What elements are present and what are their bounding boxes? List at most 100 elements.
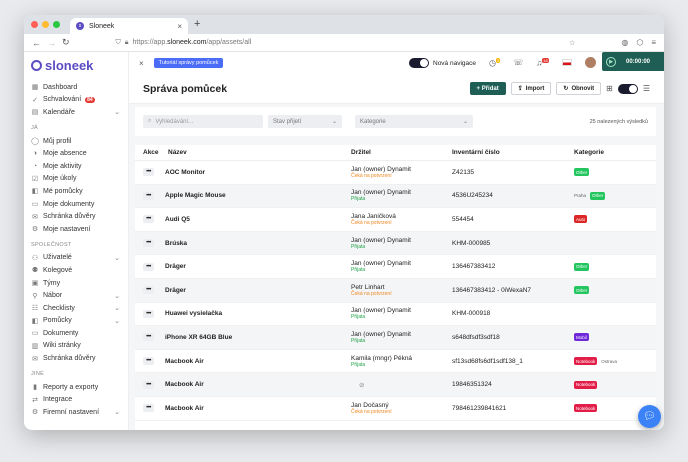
chevron-down-icon[interactable]: ⌄ [114,254,120,262]
logo[interactable]: sloneek [31,58,128,73]
more-actions-icon[interactable]: ••• [143,333,154,342]
minimize-window-button[interactable] [42,21,49,28]
sidebar-item-nabor[interactable]: ⚲ Nábor ⌄ [31,289,128,302]
sidebar-item-integrace[interactable]: ⇄ Integrace [31,393,128,406]
sidebar-item-muj-profil[interactable]: ◯ Můj profil [31,135,128,148]
maximize-window-button[interactable] [53,21,60,28]
pocket-icon[interactable]: ◍ [621,38,628,47]
new-tab-icon[interactable]: + [194,18,200,30]
sidebar-item-schranka-duvery[interactable]: ✉ Schránka důvěry [31,352,128,365]
grid-view-icon[interactable]: ⊞ [606,84,613,93]
chat-icon[interactable]: ☏ [513,58,523,67]
close-tab-icon[interactable]: × [177,22,182,31]
refresh-button[interactable]: ↻ Obnovit [556,82,602,95]
table-row[interactable]: ••• Apple Magic Mouse Jan (owner) Dynamit P… [135,184,656,209]
status-select[interactable]: Stav přijetí ⌄ [268,115,342,128]
more-actions-icon[interactable]: ••• [143,357,154,366]
support-chat-icon[interactable]: 💬︎ [638,405,661,428]
table-row[interactable]: ••• AOC Monitor Jan (owner) Dynamit Čeká na… [135,161,656,185]
chevron-down-icon[interactable]: ⌄ [114,292,120,300]
browser-tab[interactable]: s Sloneek × [70,18,188,34]
add-button[interactable]: + Přidat [469,82,506,95]
asset-name[interactable]: Apple Magic Mouse [165,192,351,199]
notifications-clock-icon[interactable]: ◷3 [489,57,501,67]
table-row[interactable]: ••• Audi Q5 Jana Janičková Čeká na potvrzen… [135,208,656,232]
asset-name[interactable]: iPhone XR 64GB Blue [165,334,351,341]
new-navigation-toggle[interactable]: Nová navigace [409,58,476,68]
table-row[interactable]: ••• Macbook Air Kamila (mngr) Pěkná Přijata… [135,350,656,374]
table-row[interactable]: ••• Brúska Jan (owner) Dynamit Přijata KHM-0… [135,231,656,256]
more-actions-icon[interactable]: ••• [143,309,154,318]
asset-name[interactable]: Dräger [165,263,351,270]
search-input[interactable]: ⌕ Vyhledávání... [143,115,263,128]
close-icon[interactable]: × [139,59,144,68]
chevron-down-icon[interactable]: ⌄ [114,317,120,325]
asset-name[interactable]: AOC Monitor [165,169,351,176]
czech-flag-icon[interactable] [561,59,572,66]
more-actions-icon[interactable]: ••• [143,215,154,224]
sidebar-item-kolegove[interactable]: ⚉ Kolegové [31,264,128,277]
table-row[interactable]: ••• Dräger Petr Linhart Čeká na potvrzení 13… [135,278,656,303]
bookmark-star-icon[interactable]: ☆ [569,39,575,47]
sidebar-item-kalendare[interactable]: ▤ Kalendáře ⌄ [31,106,128,119]
more-actions-icon[interactable]: ••• [143,168,154,177]
sidebar-item-schranka-duvery[interactable]: ✉ Schránka důvěry [31,210,128,223]
table-row[interactable]: ••• Macbook Air Jan Dočasný Čeká na potvrze… [135,397,656,421]
asset-name[interactable]: Macbook Air [165,358,351,365]
header-inventarni-cislo[interactable]: Inventární číslo [452,149,574,156]
table-row[interactable]: ••• Dräger Jan (owner) Dynamit Přijata 13646… [135,255,656,279]
asset-name[interactable]: Huawei vysielačka [165,310,351,317]
new-nav-switch[interactable] [409,58,429,68]
avatar[interactable] [584,57,596,68]
play-icon[interactable]: ▶ [606,56,616,67]
sidebar-item-moje-ukoly[interactable]: ☑ Moje úkoly [31,173,128,186]
sidebar-item-dokumenty[interactable]: ▭ Dokumenty [31,327,128,340]
list-view-icon[interactable]: ☰ [643,84,650,93]
close-window-button[interactable] [31,21,38,28]
chevron-down-icon[interactable]: ⌄ [114,304,120,312]
sidebar-item-moje-nastaveni[interactable]: ⚙ Moje nastavení [31,223,128,236]
asset-name[interactable]: Dräger [165,287,351,294]
chevron-down-icon[interactable]: ⌄ [114,108,120,116]
tutorial-button[interactable]: Tutoriál správy pomůcek [153,58,224,68]
back-icon[interactable]: ← [32,38,41,48]
more-actions-icon[interactable]: ••• [143,239,154,248]
sidebar-item-moje-dokumenty[interactable]: ▭ Moje dokumenty [31,198,128,211]
header-nazev[interactable]: Název [165,149,351,156]
more-actions-icon[interactable]: ••• [143,286,154,295]
table-row[interactable]: ••• Huawei vysielačka Jan (owner) Dynamit P… [135,303,656,327]
more-actions-icon[interactable]: ••• [143,191,154,200]
more-actions-icon[interactable]: ••• [143,262,154,271]
asset-name[interactable]: Brúska [165,240,351,247]
view-toggle[interactable] [617,83,638,94]
forward-icon[interactable]: → [47,38,56,48]
extensions-icon[interactable]: ⬡ [636,38,643,47]
asset-name[interactable]: Macbook Air [165,381,351,388]
chevron-down-icon[interactable]: ⌄ [114,408,120,416]
reload-icon[interactable]: ↻ [62,37,70,48]
asset-name[interactable]: Audi Q5 [165,216,351,223]
import-button[interactable]: ⇪ Import [510,82,552,95]
sidebar-item-me-pomucky[interactable]: ◧ Mé pomůcky [31,185,128,198]
sidebar-item-checklisty[interactable]: ☷ Checklisty ⌄ [31,302,128,315]
header-drzitel[interactable]: Držitel [351,149,452,156]
asset-name[interactable]: Macbook Air [165,405,351,412]
more-actions-icon[interactable]: ••• [143,404,154,413]
sidebar-item-wiki-stranky[interactable]: ▥ Wiki stránky [31,340,128,353]
sidebar-item-dashboard[interactable]: ▦ Dashboard [31,81,128,94]
more-actions-icon[interactable]: ••• [143,380,154,389]
sidebar-item-pomucky[interactable]: ◧ Pomůcky ⌄ [31,315,128,328]
menu-icon[interactable]: ≡ [651,38,656,47]
sidebar-item-schvalovani[interactable]: ✓ Schvalování 84 [31,94,128,107]
sidebar-item-uzivatele[interactable]: ⚇ Uživatelé ⌄ [31,252,128,265]
sidebar-item-reporty-a-exporty[interactable]: ▮ Reporty a exporty [31,381,128,394]
category-select[interactable]: Kategorie ⌄ [355,115,473,128]
time-tracker[interactable]: ▶ 00:00:00 [602,52,664,71]
sidebar-item-moje-absence[interactable]: ◑ Moje absence [31,147,128,160]
bell-icon[interactable]: ♫18 [536,57,549,67]
sidebar-item-moje-aktivity[interactable]: ◔ Moje aktivity [31,160,128,173]
table-row[interactable]: ••• iPhone XR 64GB Blue Jan (owner) Dynami… [135,326,656,350]
url-field[interactable]: ⛉ 🔒︎ https://app.sloneek.com/app/assets/… [116,36,616,49]
sidebar-item-firemni-nastaveni[interactable]: ⚙ Firemní nastavení ⌄ [31,406,128,419]
header-kategorie[interactable]: Kategorie [574,149,656,156]
